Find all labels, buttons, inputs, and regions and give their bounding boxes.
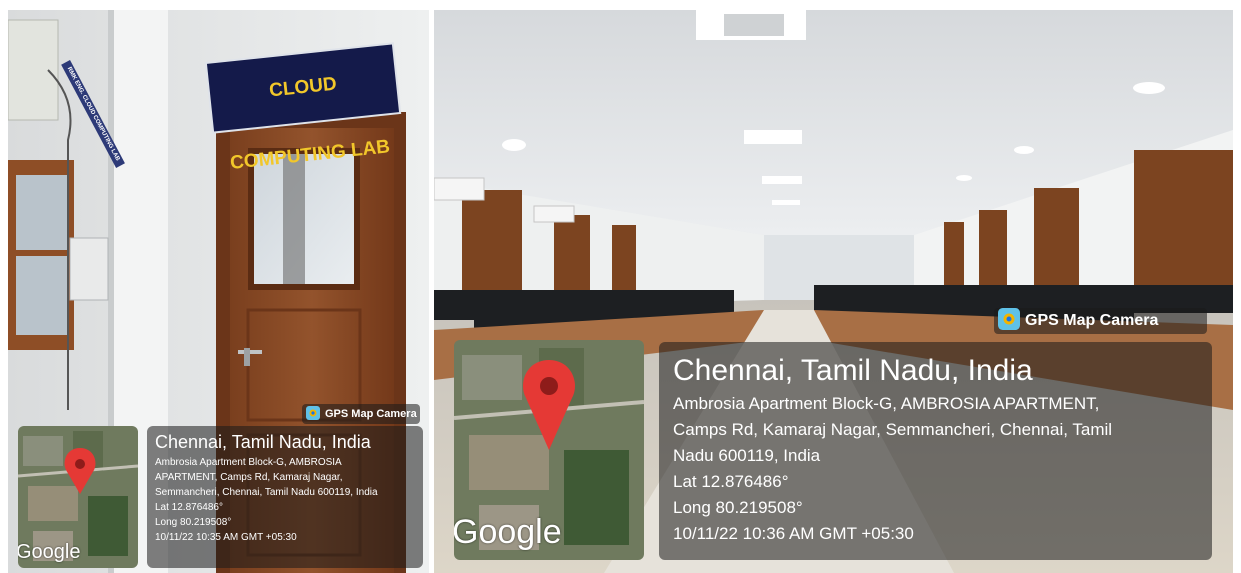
gps-badge-label: GPS Map Camera <box>325 408 417 420</box>
google-logo: Google <box>18 541 81 563</box>
location-city: Chennai, Tamil Nadu, India <box>155 432 371 452</box>
door-sign-text: CLOUD COMPUTING LAB <box>229 73 391 174</box>
latitude: Lat 12.876486° <box>155 502 223 513</box>
timestamp: 10/11/22 10:36 AM GMT +05:30 <box>673 524 914 543</box>
gps-camera-icon <box>998 307 1020 335</box>
map-thumbnail: Google <box>18 426 138 568</box>
gps-camera-icon <box>306 405 320 423</box>
map-thumbnail: Google <box>454 340 644 560</box>
location-info-card: Chennai, Tamil Nadu, India Ambrosia Apar… <box>147 426 423 568</box>
longitude: Long 80.219508° <box>155 517 232 528</box>
address-line-1: Ambrosia Apartment Block-G, AMBROSIA <box>155 457 342 468</box>
google-logo: Google <box>454 513 562 551</box>
location-city: Chennai, Tamil Nadu, India <box>673 354 1033 387</box>
longitude: Long 80.219508° <box>673 498 803 517</box>
gps-map-camera-badge: GPS Map Camera <box>994 307 1207 335</box>
address-line-3: Nadu 600119, India <box>673 446 821 465</box>
photo-lab-entrance: CLOUD COMPUTING LAB RMK ENG. CLOUD COMPU… <box>8 10 429 573</box>
gps-badge-label: GPS Map Camera <box>1025 312 1159 329</box>
photo-lab-interior: GPS Map Camera Google Chennai, Tamil Nad… <box>434 10 1233 573</box>
gps-map-camera-badge: GPS Map Camera <box>302 404 420 424</box>
location-info-card: Chennai, Tamil Nadu, India Ambrosia Apar… <box>659 342 1212 560</box>
address-line-2: APARTMENT, Camps Rd, Kamaraj Nagar, <box>155 472 343 483</box>
address-line-3: Semmancheri, Chennai, Tamil Nadu 600119,… <box>155 487 378 498</box>
address-line-2: Camps Rd, Kamaraj Nagar, Semmancheri, Ch… <box>673 420 1113 439</box>
address-line-1: Ambrosia Apartment Block-G, AMBROSIA APA… <box>673 394 1100 413</box>
timestamp: 10/11/22 10:35 AM GMT +05:30 <box>155 532 297 543</box>
latitude: Lat 12.876486° <box>673 472 789 491</box>
